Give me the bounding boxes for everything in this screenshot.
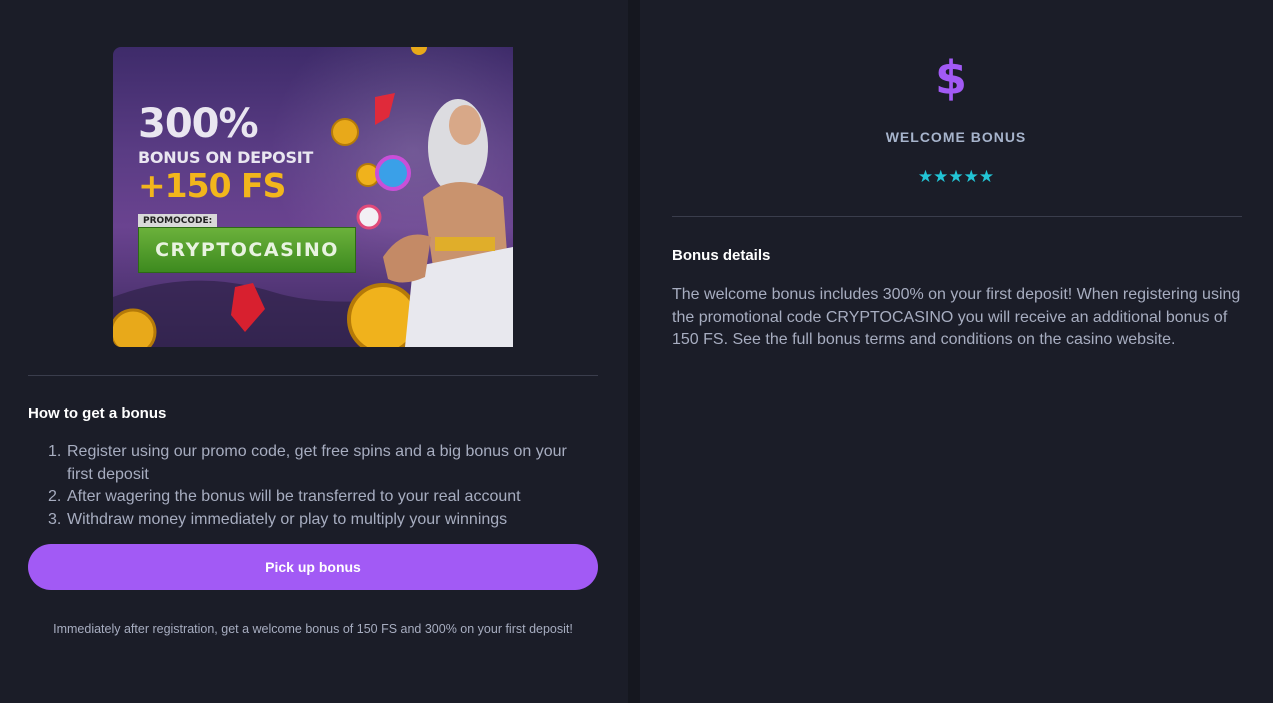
- banner-promo-code: CRYPTOCASINO: [138, 227, 356, 273]
- step-number: 1.: [48, 443, 62, 460]
- banner-promo-label: PROMOCODE:: [138, 214, 218, 228]
- rating-stars: ★★★★★: [917, 167, 995, 187]
- banner-free-spins: +150 FS: [138, 166, 286, 205]
- bonus-page: 300% BONUS ON DEPOSIT +150 FS PROMOCODE:…: [0, 0, 1273, 703]
- divider: [672, 216, 1242, 217]
- bonus-banner: 300% BONUS ON DEPOSIT +150 FS PROMOCODE:…: [113, 47, 513, 347]
- banner-subline: BONUS ON DEPOSIT: [138, 148, 313, 167]
- how-to-title: How to get a bonus: [28, 405, 167, 422]
- pick-up-bonus-button[interactable]: Pick up bonus: [28, 544, 598, 590]
- step-text: Register using our promo code, get free …: [67, 443, 567, 483]
- bonus-details-text: The welcome bonus includes 300% on your …: [672, 286, 1241, 348]
- step-item: 1. Register using our promo code, get fr…: [28, 441, 598, 486]
- step-item: 2. After wagering the bonus will be tran…: [28, 486, 598, 509]
- divider: [28, 375, 598, 376]
- step-text: After wagering the bonus will be transfe…: [67, 488, 521, 505]
- bonus-details-title: Bonus details: [672, 247, 771, 264]
- step-item: 3. Withdraw money immediately or play to…: [28, 509, 598, 532]
- step-text: Withdraw money immediately or play to mu…: [67, 510, 508, 528]
- banner-headline: 300%: [138, 101, 259, 147]
- dollar-icon: $: [934, 51, 967, 105]
- registration-footnote: Immediately after registration, get a we…: [53, 622, 573, 636]
- how-to-steps: 1. Register using our promo code, get fr…: [28, 441, 598, 531]
- step-number: 2.: [48, 488, 62, 505]
- panel-gutter: [628, 0, 640, 703]
- step-number: 3.: [48, 510, 62, 528]
- welcome-bonus-label: WELCOME BONUS: [885, 129, 1027, 145]
